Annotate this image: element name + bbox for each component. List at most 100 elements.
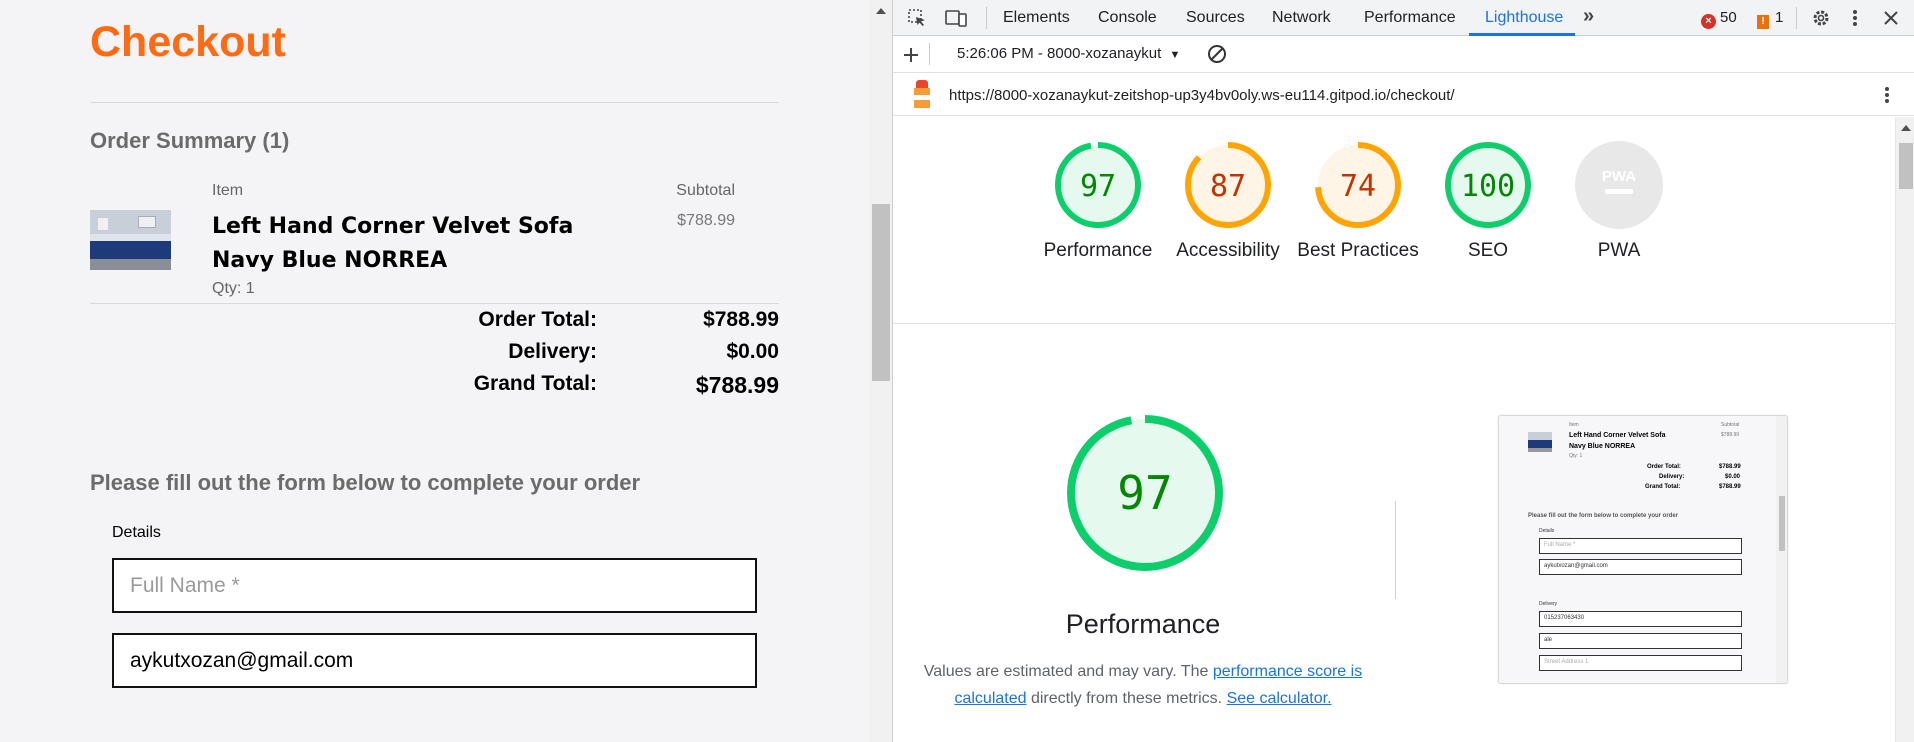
gauge-ring: PWA [1575,141,1663,229]
thumb-price: $788.99 [1721,432,1740,438]
warning-icon: ! [1757,15,1770,29]
thumb-grand-total-value: $788.99 [1719,484,1741,490]
thumb-delivery-label: Delivery: [1659,474,1685,480]
product-thumbnail[interactable] [90,210,171,270]
thumb-subtotal-header: Subtotal [1721,422,1740,428]
thumbnail-wall-art [138,216,156,228]
more-tabs-icon[interactable]: » [1583,5,1594,28]
full-name-input[interactable] [112,558,757,613]
warning-count: 1 [1775,9,1784,26]
tab-network[interactable]: Network [1272,9,1331,27]
error-count: 50 [1720,9,1737,26]
order-summary-heading: Order Summary (1) [90,128,290,153]
gauge-score-text: 74 [1340,169,1376,204]
gauge-ring: 74 [1315,142,1401,228]
clear-icon[interactable] [1207,44,1227,64]
report-selector-label: 5:26:06 PM - 8000-xozanaykut [957,45,1162,62]
grand-total-value: $788.99 [695,372,779,398]
report-scrollbar-thumb[interactable] [1899,143,1913,189]
big-gauge-title: Performance [1065,609,1221,639]
tab-lighthouse[interactable]: Lighthouse [1485,9,1563,27]
issues-badge[interactable]: × 50 ! 1 [1701,9,1783,29]
thumb-town-input: ale [1539,633,1742,649]
big-score-text: 97 [1117,466,1172,520]
final-screenshot-thumbnail[interactable]: Item Subtotal Left Hand Corner Velvet So… [1498,415,1788,684]
thumb-scrollbar [1776,416,1787,683]
column-header-item: Item [212,182,244,199]
gauge-label: Performance [1043,240,1153,261]
gauge-seo[interactable]: 100 SEO [1423,141,1553,264]
thumb-qty: Qty: 1 [1569,453,1583,459]
device-toolbar-icon[interactable] [945,8,967,28]
gauge-score-text: 87 [1210,169,1246,204]
thumbnail-lamp [98,218,108,230]
error-icon: × [1701,14,1716,29]
close-icon[interactable] [1883,10,1899,26]
thumb-email-input: aykutxozan@gmail.com [1539,559,1742,575]
product-price: $788.99 [677,212,735,229]
gauge-ring: 87 [1185,142,1271,228]
see-calculator-link[interactable]: See calculator. [1227,690,1332,707]
disclaimer-text: Values are estimated and may vary. The [923,663,1213,680]
product-name[interactable]: Left Hand Corner Velvet Sofa Navy Blue N… [212,210,632,278]
report-url-bar: https://8000-xozanaykut-zeitshop-up3y4bv… [893,74,1914,116]
page-scrollbar[interactable] [870,0,892,742]
settings-icon[interactable] [1811,8,1831,28]
product-quantity: Qty: 1 [212,280,255,297]
thumb-delivery-value: $0.00 [1725,474,1741,480]
thumb-form-heading: Please fill out the form below to comple… [1528,513,1679,519]
tab-console[interactable]: Console [1098,9,1157,27]
thumb-product-image [1528,432,1552,452]
pwa-badge-bar [1605,189,1633,194]
vertical-divider [1395,501,1396,599]
title-divider [90,102,779,103]
lighthouse-logo [911,80,933,110]
section-separator [893,323,1895,324]
thumb-grand-total-label: Grand Total: [1645,484,1681,490]
thumb-product-line1: Left Hand Corner Velvet Sofa [1569,432,1666,439]
scroll-up-arrow-icon[interactable] [876,8,886,14]
disclaimer-text-2: directly from these metrics. [1026,690,1227,707]
report-url[interactable]: https://8000-xozanaykut-zeitshop-up3y4bv… [949,87,1455,104]
tab-performance[interactable]: Performance [1364,9,1456,27]
report-scroll-up-icon[interactable] [1901,125,1911,131]
thumb-delivery-section-label: Delivery [1539,601,1558,607]
plus-icon[interactable] [903,47,919,63]
tab-sources[interactable]: Sources [1186,9,1245,27]
report-selector[interactable]: 5:26:06 PM - 8000-xozanaykut ▼ [957,45,1180,62]
gauge-pwa[interactable]: PWA PWA [1554,141,1684,264]
gauge-score-text: 97 [1080,169,1116,204]
gauge-score-text: 100 [1461,169,1515,204]
gauge-performance[interactable]: 97 Performance [1033,141,1163,264]
email-input[interactable] [112,633,757,688]
lighthouse-toolbar: 5:26:06 PM - 8000-xozanaykut ▼ [893,37,1914,73]
pwa-badge-text: PWA [1602,168,1636,185]
gauge-label: Accessibility [1176,240,1280,261]
page-scrollbar-thumb[interactable] [872,204,890,381]
checkout-page: Checkout Order Summary (1) Item Subtotal… [0,0,870,742]
order-total-value: $788.99 [703,308,779,331]
gauge-best-practices[interactable]: 74 Best Practices [1293,141,1423,264]
grand-total-label: Grand Total: [473,372,597,395]
dropdown-arrow-icon: ▼ [1169,49,1181,61]
active-tab-indicator [1469,33,1575,36]
thumb-phone-input: 015237063430 [1539,611,1742,627]
summary-divider [90,303,779,304]
toolbar-divider [929,43,930,65]
gauge-ring: 100 [1445,142,1531,228]
tab-elements[interactable]: Elements [1003,9,1070,27]
thumb-product-line2: Navy Blue NORREA [1569,443,1636,450]
devtools-tab-bar: Elements Console Sources Network Perform… [893,0,1914,36]
url-menu-icon[interactable] [1883,85,1891,105]
tab-divider [986,7,987,29]
inspect-icon[interactable] [907,8,927,28]
thumb-item-header: Item [1569,422,1579,428]
kebab-menu-icon[interactable] [1851,8,1859,28]
delivery-label: Delivery: [508,340,597,363]
report-scrollbar[interactable] [1895,117,1914,742]
gauge-label: Best Practices [1297,240,1419,261]
gauge-accessibility[interactable]: 87 Accessibility [1163,141,1293,264]
devtools-panel: Elements Console Sources Network Perform… [892,0,1914,742]
column-header-subtotal: Subtotal [676,182,735,199]
order-total-label: Order Total: [478,308,597,331]
